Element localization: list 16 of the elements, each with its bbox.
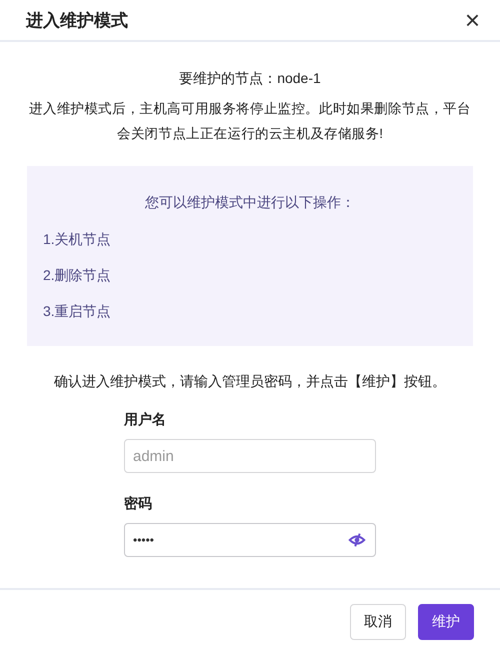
eye-slash-icon[interactable]	[348, 531, 366, 549]
operation-item: 1.关机节点	[43, 230, 112, 249]
confirm-text: 确认进入维护模式，请输入管理员密码，并点击【维护】按钮。	[53, 373, 447, 391]
username-field[interactable]: admin	[124, 439, 376, 473]
node-label: 要维护的节点：node-1	[178, 70, 322, 88]
confirm-button[interactable]: 维护	[418, 604, 474, 640]
operations-title: 您可以维护模式中进行以下操作：	[144, 194, 356, 212]
password-field[interactable]: •••••	[124, 523, 376, 557]
warning-text: 进入维护模式后，主机高可用服务将停止监控。此时如果删除节点，平台会关闭节点上正在运行的云主机及存储服务!	[28, 100, 472, 143]
close-button[interactable]: ×	[464, 7, 480, 33]
field-label: 密码	[124, 495, 153, 513]
dialog-title: 进入维护模式	[26, 10, 128, 32]
cancel-button[interactable]: 取消	[350, 604, 406, 640]
operation-item: 3.重启节点	[43, 302, 112, 321]
field-label: 用户名	[124, 411, 167, 429]
operation-item: 2.删除节点	[43, 266, 112, 285]
